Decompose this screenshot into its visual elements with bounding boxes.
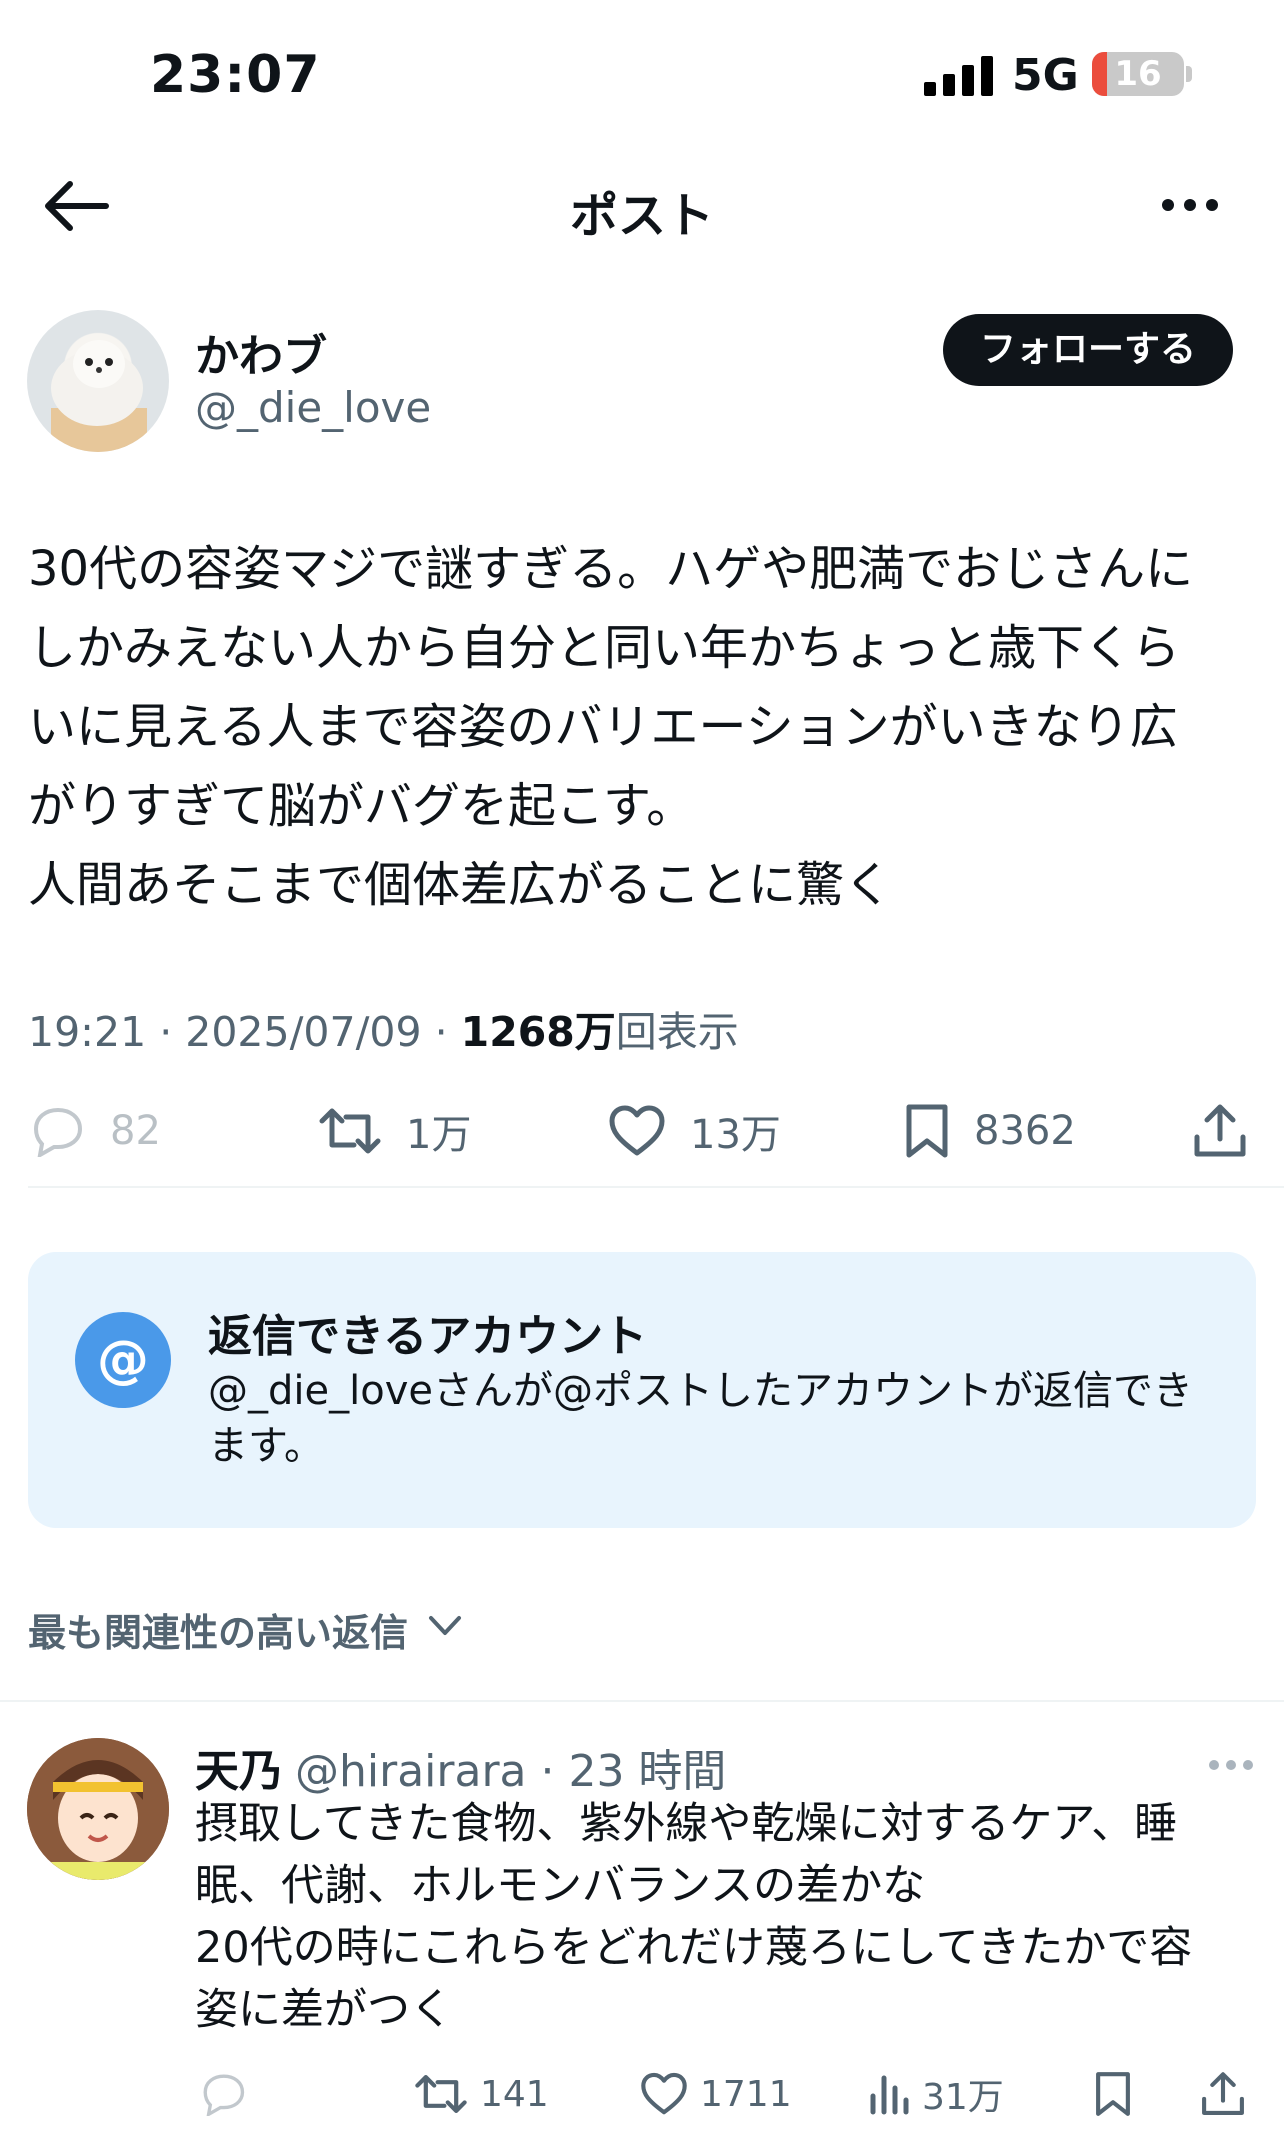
reply-repost-count: 141 [480,2073,549,2115]
share-button[interactable] [1192,1096,1272,1166]
network-label: 5G [1012,50,1079,101]
reply-avatar-image [27,1738,169,1880]
post-timestamp: 19:21 · 2025/07/09 · [28,1008,461,1056]
bookmark-icon [906,1104,948,1158]
follow-button[interactable]: フォローする [943,314,1233,386]
reply-reply-button[interactable] [198,2066,260,2122]
repost-button[interactable]: 1万 [318,1096,471,1166]
reply-share-button[interactable] [1200,2066,1258,2122]
reply-bookmark-button[interactable] [1094,2066,1144,2122]
reply-like-count: 1711 [700,2073,792,2115]
divider [28,1186,1284,1188]
reply-sort-dropdown[interactable]: 最も関連性の高い返信 [28,1602,408,1657]
reply-text: 摂取してきた食物、紫外線や乾燥に対するケア、睡 眠、代謝、ホルモンバランスの差か… [195,1799,1193,2035]
page-title: ポスト [569,188,714,244]
avatar[interactable] [27,310,169,452]
post-meta: 19:21 · 2025/07/09 · 1268万回表示 [28,998,739,1058]
reply-views-count: 31万 [922,2077,1004,2118]
author-handle[interactable]: @_die_love [195,383,431,432]
reply-views-button[interactable]: 31万 [868,2066,1004,2122]
at-icon: @ [75,1312,171,1408]
views-count[interactable]: 1268万 [461,1008,616,1056]
reply-author-name[interactable]: 天乃 [195,1735,283,1799]
reply-repost-button[interactable]: 141 [414,2066,549,2122]
repost-icon [415,2075,467,2113]
heart-icon [609,1105,665,1156]
reply-like-button[interactable]: 1711 [640,2066,792,2122]
battery-icon: 16 [1092,52,1184,96]
divider [0,1700,1284,1702]
reply-restriction-body: @_die_loveさんが@ポストしたアカウントが返信できます。 [208,1368,1193,1469]
status-time: 23:07 [150,45,321,105]
share-icon [1194,1104,1246,1157]
bookmark-count: 8362 [974,1108,1076,1154]
more-icon[interactable] [1160,195,1220,215]
reply-restriction-title: 返信できるアカウント [208,1311,648,1362]
like-count: 13万 [690,1112,781,1158]
reply-icon [203,2074,245,2116]
repost-count: 1万 [406,1112,472,1158]
repost-icon [319,1108,381,1154]
analytics-icon [870,2075,909,2115]
battery-percent: 16 [1114,54,1162,94]
views-label: 回表示 [615,1008,739,1056]
author-name[interactable]: かわブ [195,320,327,384]
reply-author-handle[interactable]: @hirairara · 23 時間 [295,1735,726,1799]
share-icon [1202,2072,1244,2115]
reply-icon [33,1107,83,1157]
reply-avatar[interactable] [27,1738,169,1880]
post-text: 30代の容姿マジで謎すぎる。ハゲや肥満でおじさんに しかみえない人から自分と同い… [28,541,1194,913]
like-button[interactable]: 13万 [608,1096,781,1166]
reply-more-icon[interactable] [1208,1758,1254,1772]
bookmark-icon [1096,2072,1130,2116]
bookmark-button[interactable]: 8362 [904,1096,1076,1166]
battery-cap [1186,66,1192,82]
heart-icon [641,2072,687,2115]
chevron-down-icon[interactable] [428,1614,462,1638]
reply-count: 82 [110,1108,161,1154]
reply-button[interactable]: 82 [28,1096,161,1166]
signal-icon [924,56,993,96]
avatar-image [51,340,147,452]
